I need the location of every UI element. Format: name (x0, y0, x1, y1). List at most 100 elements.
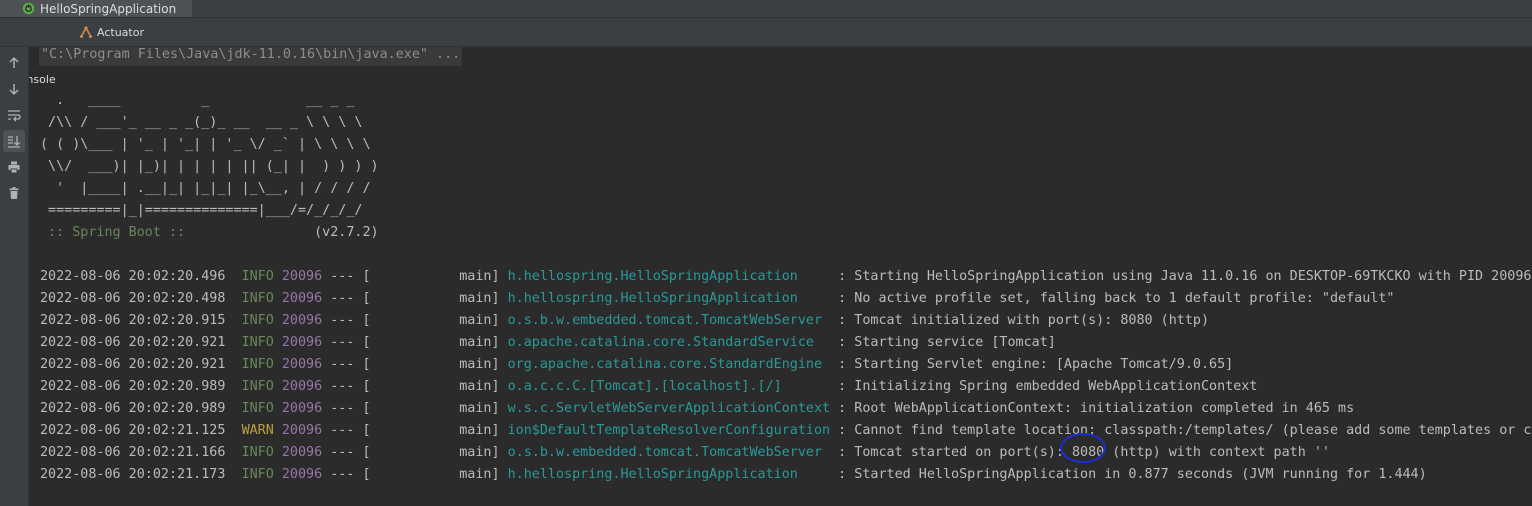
log-level: INFO (241, 291, 274, 306)
log-logger[interactable]: ion$DefaultTemplateResolverConfiguration (508, 423, 830, 438)
spring-banner-line: =========|_|==============|___/=/_/_/_/ (40, 203, 363, 218)
log-message: : Starting Servlet engine: [Apache Tomca… (830, 357, 1234, 372)
log-pid: 20096 (281, 423, 323, 438)
log-line: 2022-08-06 20:02:20.921 INFO 20096 --- [… (40, 332, 1056, 354)
log-message: : Initializing Spring embedded WebApplic… (830, 379, 1258, 394)
print-icon (8, 161, 20, 174)
log-line: 2022-08-06 20:02:21.173 INFO 20096 --- [… (40, 464, 1427, 486)
log-timestamp: 2022-08-06 20:02:20.496 (40, 269, 226, 284)
tab-actuator-label: Actuator (97, 25, 144, 39)
spring-boot-version: (v2.7.2) (193, 225, 379, 240)
log-logger[interactable]: h.hellospring.HelloSpringApplication (508, 269, 830, 284)
log-level: INFO (241, 467, 274, 482)
log-message: : No active profile set, falling back to… (830, 291, 1395, 306)
log-thread: --- [ main] (322, 445, 508, 460)
log-message: : Root WebApplicationContext: initializa… (830, 401, 1355, 416)
spring-boot-label: :: Spring Boot :: (40, 225, 194, 240)
log-logger[interactable]: o.s.b.w.embedded.tomcat.TomcatWebServer (508, 313, 830, 328)
run-tab-bar: HelloSpringApplication (0, 0, 1532, 18)
console-toolbar: Console Actuator (0, 18, 1532, 86)
log-logger[interactable]: o.a.c.c.C.[Tomcat].[localhost].[/] (508, 379, 830, 394)
spring-banner-line: . ____ _ __ _ _ (40, 93, 355, 108)
arrow-down-icon (9, 84, 19, 96)
log-thread: --- [ main] (322, 401, 508, 416)
log-level: WARN (241, 423, 274, 438)
log-level: INFO (241, 445, 274, 460)
log-logger[interactable]: o.apache.catalina.core.StandardService (508, 335, 830, 350)
log-thread: --- [ main] (322, 467, 508, 482)
log-thread: --- [ main] (322, 335, 508, 350)
clear-all-button[interactable] (3, 182, 25, 204)
log-timestamp: 2022-08-06 20:02:20.989 (40, 401, 226, 416)
spring-banner-line: \\/ ___)| |_)| | | | | || (_| | ) ) ) ) (40, 159, 379, 174)
log-line: 2022-08-06 20:02:20.496 INFO 20096 --- [… (40, 266, 1532, 288)
log-line: 2022-08-06 20:02:20.921 INFO 20096 --- [… (40, 354, 1233, 376)
log-timestamp: 2022-08-06 20:02:21.125 (40, 423, 226, 438)
log-timestamp: 2022-08-06 20:02:21.173 (40, 467, 226, 482)
log-pid: 20096 (281, 269, 323, 284)
log-timestamp: 2022-08-06 20:02:20.915 (40, 313, 226, 328)
actuator-icon (80, 26, 92, 38)
log-line: 2022-08-06 20:02:20.989 INFO 20096 --- [… (40, 398, 1354, 420)
log-thread: --- [ main] (322, 269, 508, 284)
log-line: 2022-08-06 20:02:20.915 INFO 20096 --- [… (40, 310, 1209, 332)
log-logger[interactable]: w.s.c.ServletWebServerApplicationContext (508, 401, 830, 416)
log-message: : Cannot find template location: classpa… (830, 423, 1532, 438)
spring-banner-line: ( ( )\___ | '_ | '_| | '_ \/ _` | \ \ \ … (40, 137, 371, 152)
scroll-up-button[interactable] (3, 52, 25, 74)
log-line: 2022-08-06 20:02:20.498 INFO 20096 --- [… (40, 288, 1394, 310)
arrow-up-icon (9, 56, 19, 68)
scroll-to-end-button[interactable] (3, 130, 25, 152)
run-tab-hellospringapplication[interactable]: HelloSpringApplication (0, 0, 192, 17)
log-thread: --- [ main] (322, 379, 508, 394)
trash-icon (9, 187, 19, 199)
soft-wrap-button[interactable] (3, 104, 25, 126)
print-button[interactable] (3, 156, 25, 178)
log-message: : Starting HelloSpringApplication using … (830, 269, 1532, 284)
log-line: 2022-08-06 20:02:21.125 WARN 20096 --- [… (40, 420, 1532, 442)
log-thread: --- [ main] (322, 291, 508, 306)
scroll-to-end-icon (8, 136, 20, 148)
spring-banner-line: ' |____| .__|_| |_|_| |_\__, | / / / / (40, 181, 371, 196)
log-thread: --- [ main] (322, 357, 508, 372)
scroll-down-button[interactable] (3, 78, 25, 100)
log-message: : Tomcat initialized with port(s): 8080 … (830, 313, 1210, 328)
log-level: INFO (241, 401, 274, 416)
log-pid: 20096 (281, 467, 323, 482)
log-thread: --- [ main] (322, 423, 508, 438)
spring-boot-version-line: :: Spring Boot :: (v2.7.2) (40, 222, 379, 244)
java-command-line: "C:\Program Files\Java\jdk-11.0.16\bin\j… (39, 47, 463, 66)
log-level: INFO (241, 335, 274, 350)
log-timestamp: 2022-08-06 20:02:20.498 (40, 291, 226, 306)
console-output[interactable]: "C:\Program Files\Java\jdk-11.0.16\bin\j… (29, 47, 1532, 506)
log-pid: 20096 (281, 313, 323, 328)
log-pid: 20096 (281, 291, 323, 306)
log-level: INFO (241, 357, 274, 372)
log-timestamp: 2022-08-06 20:02:20.989 (40, 379, 226, 394)
log-pid: 20096 (281, 335, 323, 350)
log-line: 2022-08-06 20:02:21.166 INFO 20096 --- [… (40, 442, 1330, 464)
log-logger[interactable]: h.hellospring.HelloSpringApplication (508, 291, 830, 306)
log-level: INFO (241, 269, 274, 284)
log-message: : Started HelloSpringApplication in 0.87… (830, 467, 1427, 482)
log-pid: 20096 (281, 401, 323, 416)
log-pid: 20096 (281, 379, 323, 394)
spring-banner-line: /\\ / ___'_ __ _ _(_)_ __ __ _ \ \ \ \ (40, 115, 363, 130)
log-thread: --- [ main] (322, 313, 508, 328)
console-sidebar (0, 47, 29, 506)
log-pid: 20096 (281, 445, 323, 460)
log-timestamp: 2022-08-06 20:02:21.166 (40, 445, 226, 460)
port-highlight-circle (1060, 433, 1106, 463)
run-tab-label: HelloSpringApplication (40, 1, 177, 16)
log-pid: 20096 (281, 357, 323, 372)
log-line: 2022-08-06 20:02:20.989 INFO 20096 --- [… (40, 376, 1257, 398)
log-timestamp: 2022-08-06 20:02:20.921 (40, 357, 226, 372)
log-message: : Starting service [Tomcat] (830, 335, 1056, 350)
log-level: INFO (241, 379, 274, 394)
log-logger[interactable]: o.s.b.w.embedded.tomcat.TomcatWebServer (508, 445, 830, 460)
tab-actuator[interactable]: Actuator (79, 18, 144, 46)
log-level: INFO (241, 313, 274, 328)
log-logger[interactable]: h.hellospring.HelloSpringApplication (508, 467, 830, 482)
log-logger[interactable]: org.apache.catalina.core.StandardEngine (508, 357, 830, 372)
soft-wrap-icon (8, 110, 21, 122)
